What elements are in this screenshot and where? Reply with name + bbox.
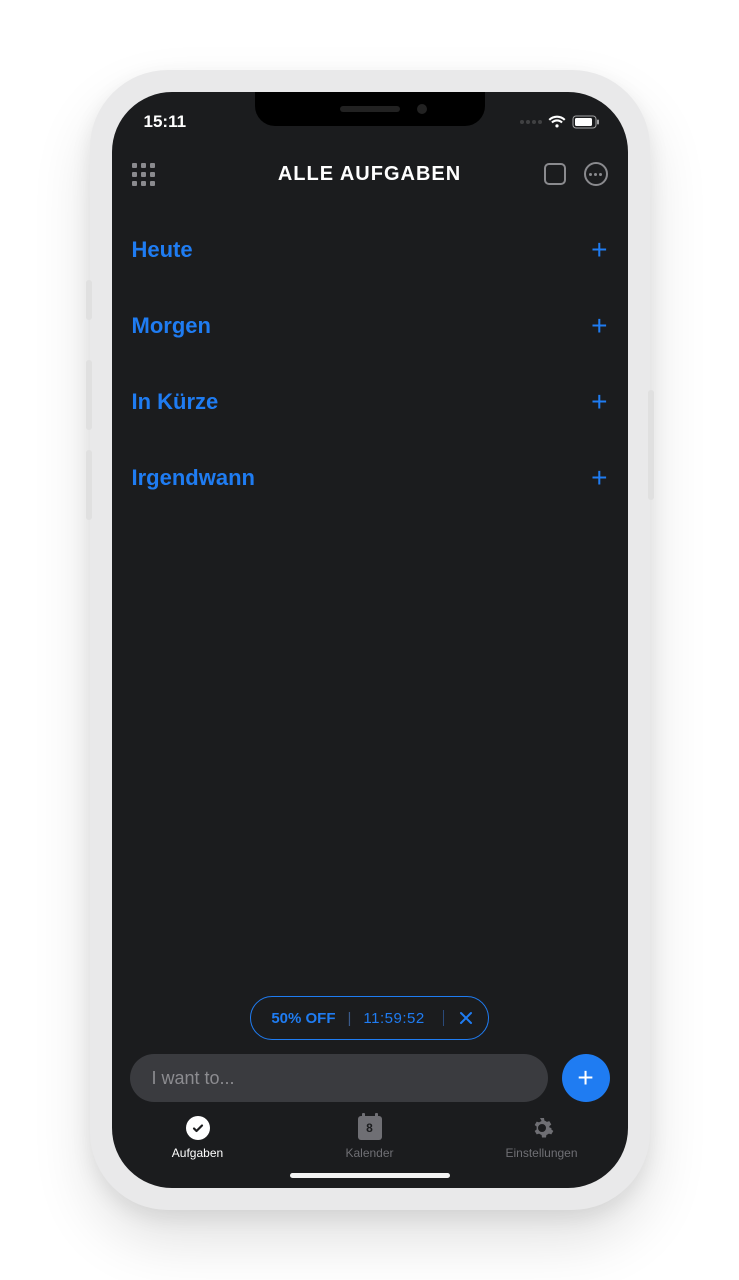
gear-icon xyxy=(530,1116,554,1140)
add-task-icon[interactable]: + xyxy=(591,312,607,340)
calendar-day-number: 8 xyxy=(366,1121,373,1135)
page-title: ALLE AUFGABEN xyxy=(278,163,461,186)
status-time: 15:11 xyxy=(144,112,187,132)
screen: 15:11 ALLE A xyxy=(112,92,628,1188)
tab-tasks[interactable]: Aufgaben xyxy=(148,1116,248,1160)
section-item-morgen[interactable]: Morgen + xyxy=(132,288,608,364)
promo-separator: | xyxy=(348,1010,352,1027)
add-task-fab[interactable]: + xyxy=(562,1054,610,1102)
speaker xyxy=(340,106,400,112)
side-button xyxy=(648,390,654,500)
section-label: In Kürze xyxy=(132,389,219,415)
section-label: Morgen xyxy=(132,313,211,339)
task-input-placeholder: I want to... xyxy=(152,1068,235,1089)
sections-list: Heute + Morgen + In Kürze + Irgendwann + xyxy=(112,202,628,996)
select-mode-icon[interactable] xyxy=(544,163,566,185)
promo-offer: 50% OFF xyxy=(271,1010,335,1027)
close-icon xyxy=(458,1010,474,1026)
section-item-in-kuerze[interactable]: In Kürze + xyxy=(132,364,608,440)
side-button xyxy=(86,360,92,430)
tab-label: Einstellungen xyxy=(505,1146,577,1160)
tab-label: Aufgaben xyxy=(172,1146,223,1160)
check-circle-icon xyxy=(186,1116,210,1140)
calendar-icon: 8 xyxy=(358,1116,382,1140)
promo-timer: 11:59:52 xyxy=(363,1010,424,1027)
battery-icon xyxy=(572,115,600,129)
promo-close-button[interactable] xyxy=(443,1010,474,1026)
add-task-icon[interactable]: + xyxy=(591,388,607,416)
section-item-heute[interactable]: Heute + xyxy=(132,212,608,288)
section-label: Irgendwann xyxy=(132,465,255,491)
status-right xyxy=(520,115,600,129)
menu-grid-icon[interactable] xyxy=(132,163,155,186)
cellular-signal-icon xyxy=(520,120,542,124)
phone-frame: 15:11 ALLE A xyxy=(90,70,650,1210)
side-button xyxy=(86,450,92,520)
tab-settings[interactable]: Einstellungen xyxy=(492,1116,592,1160)
task-input[interactable]: I want to... xyxy=(130,1054,548,1102)
tab-label: Kalender xyxy=(345,1146,393,1160)
promo-banner[interactable]: 50% OFF | 11:59:52 xyxy=(250,996,488,1040)
promo-banner-wrap: 50% OFF | 11:59:52 xyxy=(112,996,628,1054)
section-label: Heute xyxy=(132,237,193,263)
wifi-icon xyxy=(548,115,566,129)
quick-add-row: I want to... + xyxy=(112,1054,628,1112)
side-button xyxy=(86,280,92,320)
camera-dot xyxy=(417,104,427,114)
more-options-icon[interactable] xyxy=(584,162,608,186)
section-item-irgendwann[interactable]: Irgendwann + xyxy=(132,440,608,516)
nav-bar: ALLE AUFGABEN xyxy=(112,146,628,202)
add-task-icon[interactable]: + xyxy=(591,236,607,264)
tab-calendar[interactable]: 8 Kalender xyxy=(320,1116,420,1160)
add-task-icon[interactable]: + xyxy=(591,464,607,492)
home-indicator[interactable] xyxy=(290,1173,450,1178)
notch xyxy=(255,92,485,126)
plus-icon: + xyxy=(577,1062,593,1094)
